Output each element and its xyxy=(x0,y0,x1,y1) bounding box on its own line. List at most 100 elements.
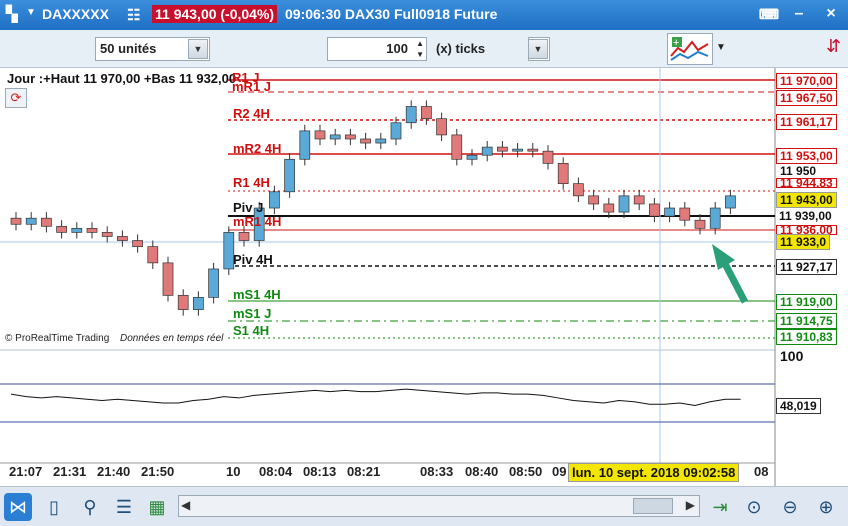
add-indicator-icon: + xyxy=(670,37,709,61)
level-label-mr2-4h: mR2 4H xyxy=(233,141,282,156)
chart-area[interactable]: Jour :+Haut 11 970,00 +Bas 11 932,00 ⟳ R… xyxy=(0,68,848,486)
scroll-left-icon[interactable]: ◀ xyxy=(181,498,190,512)
minimize-button[interactable]: – xyxy=(788,4,810,24)
ticks-label: (x) ticks xyxy=(436,41,486,56)
units-select[interactable]: 50 unités ▼ xyxy=(95,37,210,61)
candle xyxy=(618,195,630,213)
indicator-menu-button[interactable]: + xyxy=(667,33,713,65)
candle xyxy=(542,150,554,164)
chart-app-icon[interactable]: ▚ xyxy=(6,5,18,23)
indicator-line xyxy=(10,388,741,407)
stepper-arrows-icon[interactable]: ▲ ▼ xyxy=(416,38,424,60)
units-value: 50 unités xyxy=(100,41,157,56)
chevron-down-icon[interactable]: ▼ xyxy=(528,39,548,59)
svg-text:+: + xyxy=(673,37,679,49)
chart-type-icon[interactable]: ⇵ xyxy=(826,36,841,57)
price-box: 11 944,83 xyxy=(776,178,837,188)
title-bar: ▚ ▼ DAXXXXX ☷ 11 943,00 (-0,04%) 09:06:3… xyxy=(0,0,848,30)
scroll-right-icon[interactable]: ⇥ xyxy=(706,493,734,521)
candle xyxy=(405,106,417,124)
candle xyxy=(329,134,341,140)
zoom-out-icon[interactable]: ⊖ xyxy=(776,493,804,521)
list-icon[interactable]: ☰ xyxy=(110,493,138,521)
candle xyxy=(557,163,569,185)
zoom-in-icon[interactable]: ⊕ xyxy=(812,493,840,521)
ticks-stepper[interactable]: 100 ▲ ▼ xyxy=(327,37,427,61)
candle xyxy=(162,262,174,296)
time-tick: 21:31 xyxy=(53,464,87,479)
chevron-down-icon[interactable]: ▼ xyxy=(188,39,208,59)
candle xyxy=(147,246,159,264)
indicator-top-value: 100 xyxy=(780,348,804,364)
horizontal-scrollbar[interactable]: ◀ ▶ xyxy=(178,495,700,517)
strategy-icon[interactable]: ▦ xyxy=(143,493,171,521)
chevron-down-icon[interactable]: ▼ xyxy=(716,42,726,53)
candle xyxy=(725,195,736,209)
copyright-text: © ProRealTime Trading xyxy=(5,333,110,344)
candle xyxy=(390,122,402,140)
candle xyxy=(360,138,371,144)
candle xyxy=(56,225,67,233)
settings-icon[interactable]: ☷ xyxy=(127,6,140,24)
candle xyxy=(314,130,326,140)
close-button[interactable]: × xyxy=(820,4,842,24)
price-box: 11 961,17 xyxy=(776,114,837,130)
cursor-date-label: lun. 10 sept. 2018 09:02:58 xyxy=(568,463,740,482)
candle xyxy=(269,191,280,209)
chart-header: Jour :+Haut 11 970,00 +Bas 11 932,00 xyxy=(7,71,237,86)
candle xyxy=(299,130,311,160)
level-label-s1-4h: S1 4H xyxy=(233,323,270,338)
level-label-ms1-j: mS1 J xyxy=(233,306,272,321)
share-icon[interactable]: ⋈ xyxy=(4,493,32,521)
candle xyxy=(193,297,204,310)
chevron-down-icon[interactable]: ▼ xyxy=(26,7,36,18)
symbol-label[interactable]: DAXXXXX xyxy=(42,6,109,22)
price-box: 11 914,75 xyxy=(776,313,837,329)
scrollbar-thumb[interactable] xyxy=(633,498,673,514)
candle xyxy=(633,195,645,205)
price-box: 11 939,00 xyxy=(779,209,832,223)
time-tick: 21:40 xyxy=(97,464,131,479)
level-label-mr1-4h: mR1 4H xyxy=(233,214,282,229)
candle xyxy=(101,232,113,237)
price-box: 11 967,50 xyxy=(776,90,837,106)
candle xyxy=(451,134,463,160)
candle xyxy=(603,203,615,213)
realtime-text: Données en temps réel xyxy=(120,333,224,344)
candle xyxy=(588,195,599,205)
candle xyxy=(573,183,584,197)
candle xyxy=(86,227,98,233)
candle xyxy=(41,217,52,227)
crosshair-price-box: 11 933,0 xyxy=(776,234,831,250)
level-label-ms1-4h: mS1 4H xyxy=(233,287,281,302)
price-change-badge: 11 943,00 (-0,04%) xyxy=(152,5,278,23)
bottom-toolbar: ⋈ ▯ ⚲ ☰ ▦ ◀ ▶ ⇥ ⊙ ⊖ ⊕ xyxy=(0,486,848,526)
candle xyxy=(664,207,675,217)
refresh-icon[interactable]: ⟳ xyxy=(5,88,27,108)
keyboard-icon[interactable]: ⌨ xyxy=(758,4,780,24)
price-box: 11 919,00 xyxy=(776,294,837,310)
candle xyxy=(345,134,356,140)
candle xyxy=(466,154,478,160)
layout-icon[interactable]: ▯ xyxy=(40,493,68,521)
zoom-reset-icon[interactable]: ⊙ xyxy=(740,493,768,521)
candle xyxy=(238,232,250,241)
ticks-value: 100 xyxy=(386,41,408,56)
ticks-dropdown[interactable]: ▼ xyxy=(528,37,550,61)
candle xyxy=(208,268,219,298)
time-tick: 10 xyxy=(226,464,241,479)
candle xyxy=(436,118,447,136)
level-label-r2-4h: R2 4H xyxy=(233,106,270,121)
price-box: 11 927,17 xyxy=(776,259,837,275)
candle xyxy=(694,219,706,229)
instrument-description: 09:06:30 DAX30 Full0918 Future xyxy=(285,6,498,22)
time-tick: 08:13 xyxy=(303,464,337,479)
time-tick: 08 xyxy=(754,464,769,479)
price-chart[interactable] xyxy=(0,68,848,486)
candle xyxy=(284,158,295,193)
candle xyxy=(481,146,493,156)
tools-icon[interactable]: ⚲ xyxy=(76,493,104,521)
level-label-r1-4h: R1 4H xyxy=(233,175,270,190)
candle xyxy=(679,207,691,221)
scroll-right-icon[interactable]: ▶ xyxy=(686,498,695,512)
